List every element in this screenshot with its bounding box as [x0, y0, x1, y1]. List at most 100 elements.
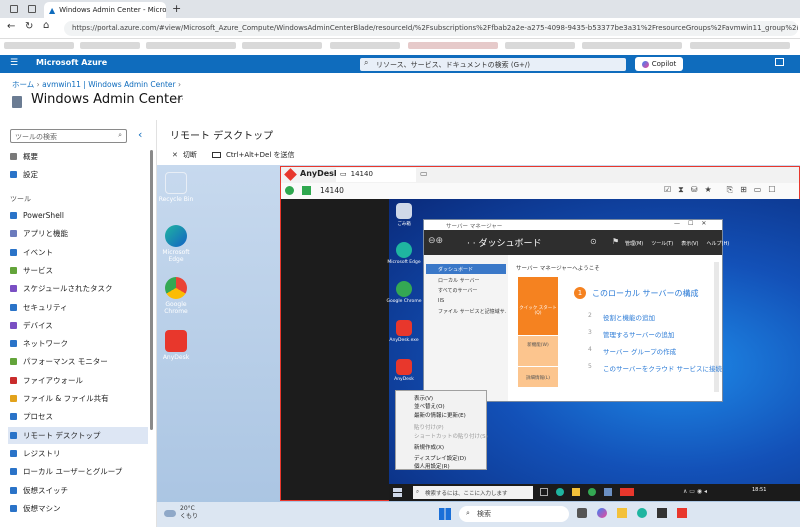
- desktop-icon-recycle-bin[interactable]: Recycle Bin: [156, 172, 196, 203]
- sm-step-link-1[interactable]: 管理するサーバーの追加: [603, 329, 674, 339]
- sidebar-item-tool-3[interactable]: サービス: [8, 262, 148, 279]
- start-icon[interactable]: [439, 508, 451, 520]
- inner-desktop-icon-4[interactable]: AnyDesk: [384, 359, 424, 382]
- breadcrumb-home[interactable]: ホーム: [12, 80, 34, 89]
- anydesk-icon[interactable]: [620, 488, 634, 496]
- context-menu-item-4[interactable]: ショートカットの貼り付け(S): [396, 432, 488, 441]
- configure-heading[interactable]: このローカル サーバーの構成: [592, 288, 698, 299]
- chat-icon[interactable]: ☑: [664, 185, 671, 195]
- sm-step-link-2[interactable]: サーバー グループの作成: [603, 346, 676, 356]
- sm-step-link-0[interactable]: 役割と機能の追加: [603, 312, 655, 322]
- quick-start-tile[interactable]: クイック スタート(Q): [518, 277, 558, 335]
- context-menu-item-7[interactable]: 個人用設定(R): [396, 462, 484, 471]
- anydesk-icon[interactable]: [677, 508, 687, 518]
- context-menu-item-5[interactable]: 新規作成(X): [396, 443, 484, 452]
- window-controls[interactable]: — ☐ ✕: [674, 220, 706, 227]
- sidebar-item-tool-8[interactable]: パフォーマンス モニター: [8, 353, 148, 370]
- collapse-sidebar-icon[interactable]: ‹: [138, 128, 142, 141]
- sm-menu-view[interactable]: 表示(V): [681, 240, 698, 247]
- tab-overview-icon[interactable]: [28, 5, 36, 13]
- desktop-icon-edge[interactable]: Microsoft Edge: [156, 225, 196, 263]
- anydesk-session-tab[interactable]: ▭ 14140: [336, 168, 416, 182]
- refresh-icon[interactable]: ⊙: [590, 237, 597, 246]
- edge-icon[interactable]: [637, 508, 647, 518]
- context-menu-item-3[interactable]: 貼り付け(P): [396, 423, 484, 432]
- favorite-icon[interactable]: ★: [705, 185, 712, 195]
- learn-more-tile[interactable]: 詳細情報(L): [518, 367, 558, 387]
- sidebar-item-tool-12[interactable]: リモート デスクトップ: [8, 426, 148, 444]
- sidebar-item-tool-2[interactable]: イベント: [8, 244, 148, 261]
- server-manager-icon[interactable]: [604, 488, 612, 496]
- inner-desktop-icon-3[interactable]: AnyDesk.exe: [384, 320, 424, 343]
- sidebar-item-tool-7[interactable]: ネットワーク: [8, 335, 148, 352]
- inner-desktop-icon-2[interactable]: Google Chrome: [384, 281, 424, 304]
- ctrl-alt-del-button[interactable]: Ctrl+Alt+Del を送信: [212, 150, 295, 160]
- global-search-input[interactable]: リソース、サービス、ドキュメントの検索 (G+/): [360, 58, 626, 71]
- sm-nav-item-0[interactable]: ダッシュボード: [426, 264, 506, 274]
- window-menu-icon[interactable]: [10, 5, 18, 13]
- inner-taskbar-search[interactable]: ⌕ 検索するには、ここに入力します: [413, 486, 533, 499]
- context-menu-item-1[interactable]: 並べ替え(O): [396, 402, 484, 411]
- sidebar-item-tool-11[interactable]: プロセス: [8, 408, 148, 425]
- sidebar-item-tool-10[interactable]: ファイル & ファイル共有: [8, 390, 148, 407]
- transfer-icon[interactable]: ⎘: [727, 185, 733, 195]
- sidebar-item-top-0[interactable]: 概要: [8, 148, 148, 165]
- weather-widget[interactable]: 20°C くもり: [164, 505, 198, 521]
- view-icon[interactable]: ▭: [754, 185, 762, 195]
- inner-clock[interactable]: 18:51: [752, 487, 766, 493]
- sm-nav-item-2[interactable]: すべてのサーバー: [426, 285, 506, 295]
- more-options-icon[interactable]: ···: [176, 95, 184, 104]
- sidebar-scrollbar[interactable]: [150, 150, 153, 430]
- context-menu-item-2[interactable]: 最新の情報に更新(E): [396, 411, 484, 420]
- cloud-shell-icon[interactable]: [775, 58, 784, 66]
- sidebar-item-tool-5[interactable]: セキュリティ: [8, 299, 148, 316]
- sidebar-item-tool-4[interactable]: スケジュールされたタスク: [8, 280, 148, 297]
- sidebar-item-tool-0[interactable]: PowerShell: [8, 207, 148, 224]
- task-view-icon[interactable]: [577, 508, 587, 518]
- explorer-icon[interactable]: [617, 508, 627, 518]
- sidebar-item-tool-14[interactable]: ローカル ユーザーとグループ: [8, 463, 148, 480]
- new-tab-button[interactable]: +: [172, 2, 181, 15]
- close-icon[interactable]: ✕: [701, 220, 706, 227]
- refresh-icon[interactable]: ↻: [25, 21, 33, 32]
- sm-nav-item-3[interactable]: IIS: [426, 296, 506, 306]
- sm-nav-item-4[interactable]: ファイル サービスと記憶域サ...: [426, 306, 506, 316]
- minimize-icon[interactable]: —: [674, 220, 680, 227]
- sm-nav-item-1[interactable]: ローカル サーバー: [426, 275, 506, 285]
- flag-icon[interactable]: ⚑: [612, 237, 619, 246]
- sidebar-item-tool-9[interactable]: ファイアウォール: [8, 372, 148, 389]
- inner-start-icon[interactable]: [393, 488, 402, 497]
- sm-menu-manage[interactable]: 管理(M): [625, 240, 643, 247]
- store-icon[interactable]: [657, 508, 667, 518]
- breadcrumb-resource[interactable]: avmwin11 | Windows Admin Center: [42, 80, 176, 89]
- explorer-icon[interactable]: [572, 488, 580, 496]
- azure-brand[interactable]: Microsoft Azure: [36, 58, 107, 67]
- browser-tab[interactable]: ▲ Windows Admin Center - Micros ✕: [44, 2, 166, 18]
- back-icon[interactable]: ←: [7, 21, 15, 32]
- hamburger-menu-icon[interactable]: ☰: [10, 58, 18, 68]
- sidebar-item-tool-6[interactable]: デバイス: [8, 317, 148, 334]
- sidebar-item-top-1[interactable]: 設定: [8, 166, 148, 183]
- task-view-icon[interactable]: [540, 488, 548, 496]
- url-field[interactable]: https://portal.azure.com/#view/Microsoft…: [64, 21, 798, 36]
- message-icon[interactable]: ☐: [768, 185, 775, 195]
- desktop-icon-anydesk[interactable]: AnyDesk: [156, 330, 196, 361]
- chrome-icon[interactable]: [588, 488, 596, 496]
- sm-menu-help[interactable]: ヘルプ(H): [707, 240, 730, 247]
- sidebar-item-tool-13[interactable]: レジストリ: [8, 445, 148, 462]
- sm-menu-tools[interactable]: ツール(T): [651, 240, 673, 247]
- inner-desktop-icon-1[interactable]: Microsoft Edge: [384, 242, 424, 265]
- display-icon[interactable]: ⊞: [740, 185, 747, 195]
- copilot-icon[interactable]: [597, 508, 607, 518]
- nav-arrows-icon[interactable]: ⊖⊕: [428, 236, 443, 246]
- maximize-icon[interactable]: ☐: [688, 220, 693, 227]
- sidebar-item-tool-15[interactable]: 仮想スイッチ: [8, 482, 148, 499]
- home-icon[interactable]: ⌂: [43, 20, 49, 31]
- new-features-tile[interactable]: 新機能(W): [518, 336, 558, 366]
- inner-desktop-icon-0[interactable]: ごみ箱: [384, 203, 424, 227]
- copilot-button[interactable]: Copilot: [635, 57, 683, 71]
- edge-icon[interactable]: [556, 488, 564, 496]
- taskbar-search-box[interactable]: ⌕ 検索: [459, 506, 569, 522]
- desktop-icon-chrome[interactable]: Google Chrome: [156, 277, 196, 315]
- sm-step-link-3[interactable]: このサーバーをクラウド サービスに接続: [603, 363, 722, 373]
